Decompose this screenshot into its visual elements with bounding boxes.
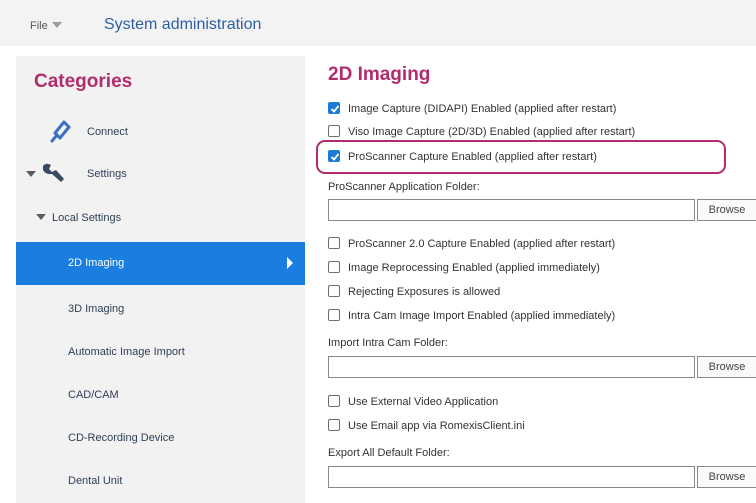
- checkbox-unchecked-icon[interactable]: [328, 309, 340, 321]
- sidebar-title: Categories: [34, 71, 133, 92]
- checkbox-unchecked-icon[interactable]: [328, 261, 340, 273]
- checkbox-unchecked-icon[interactable]: [328, 285, 340, 297]
- checkbox-label: Viso Image Capture (2D/3D) Enabled (appl…: [348, 126, 636, 138]
- connect-icon: [50, 120, 71, 143]
- sidebar-item-connect[interactable]: Connect: [16, 114, 305, 150]
- sidebar-item-3d-imaging[interactable]: 3D Imaging: [16, 289, 305, 329]
- sidebar-item-label: CAD/CAM: [68, 389, 119, 401]
- sidebar-item-cad-cam[interactable]: CAD/CAM: [16, 375, 305, 415]
- checkbox-unchecked-icon[interactable]: [328, 419, 340, 431]
- app-title: System administration: [104, 16, 262, 33]
- top-bar: File System administration: [0, 0, 756, 46]
- export-folder-label: Export All Default Folder:: [328, 447, 450, 459]
- proscanner-folder-label: ProScanner Application Folder:: [328, 181, 480, 193]
- chevron-down-icon: [26, 171, 36, 177]
- checkbox-unchecked-icon[interactable]: [328, 125, 340, 137]
- sidebar-item-label: Automatic Image Import: [68, 346, 185, 358]
- sidebar-item-label: Connect: [87, 126, 128, 138]
- browse-export-button[interactable]: Browse: [697, 466, 756, 488]
- checkbox-label: ProScanner 2.0 Capture Enabled (applied …: [348, 238, 616, 250]
- export-folder-input[interactable]: [328, 466, 695, 488]
- chevron-right-icon: [287, 257, 293, 269]
- checkbox-label: Image Capture (DIDAPI) Enabled (applied …: [348, 103, 617, 115]
- sidebar-item-label: Local Settings: [52, 212, 122, 224]
- checkbox-label: Rejecting Exposures is allowed: [348, 286, 501, 298]
- file-menu-label: File: [30, 20, 48, 32]
- proscanner-folder-input[interactable]: [328, 199, 695, 221]
- sidebar-item-label: Dental Unit: [68, 475, 123, 487]
- checkbox-label: Image Reprocessing Enabled (applied imme…: [348, 262, 600, 274]
- checkbox-label: Use Email app via RomexisClient.ini: [348, 420, 525, 432]
- settings-panel: 2D Imaging Image Capture (DIDAPI) Enable…: [305, 46, 756, 503]
- checkbox-unchecked-icon[interactable]: [328, 237, 340, 249]
- sidebar-item-cd-recording-device[interactable]: CD-Recording Device: [16, 418, 305, 458]
- chevron-down-icon: [51, 22, 62, 28]
- checkbox-label: Intra Cam Image Import Enabled (applied …: [348, 310, 616, 322]
- intracam-folder-input[interactable]: [328, 356, 695, 378]
- sidebar-item-label: CD-Recording Device: [68, 432, 175, 444]
- browse-proscanner-button[interactable]: Browse: [697, 199, 756, 221]
- sidebar-item-label: Settings: [87, 168, 127, 180]
- sidebar-item-2d-imaging[interactable]: 2D Imaging: [16, 242, 305, 285]
- browse-intracam-button[interactable]: Browse: [697, 356, 756, 378]
- sidebar-item-dental-unit[interactable]: Dental Unit: [16, 461, 305, 501]
- section-title: 2D Imaging: [328, 64, 431, 85]
- sidebar-item-label: 2D Imaging: [68, 257, 125, 269]
- sidebar-item-label: 3D Imaging: [68, 303, 125, 315]
- chevron-down-icon: [36, 214, 46, 220]
- intracam-folder-label: Import Intra Cam Folder:: [328, 337, 448, 349]
- highlight-outline: [316, 140, 726, 174]
- checkbox-label: Use External Video Application: [348, 396, 499, 408]
- file-menu[interactable]: File: [30, 20, 62, 32]
- checkbox-unchecked-icon[interactable]: [328, 395, 340, 407]
- wrench-icon: [43, 163, 64, 182]
- sidebar: Categories Connect Settings Local Settin…: [16, 56, 305, 503]
- sidebar-item-automatic-image-import[interactable]: Automatic Image Import: [16, 332, 305, 372]
- sidebar-item-local-settings[interactable]: Local Settings: [16, 201, 305, 233]
- sidebar-item-settings[interactable]: Settings: [16, 156, 305, 192]
- checkbox-checked-icon[interactable]: [328, 102, 340, 114]
